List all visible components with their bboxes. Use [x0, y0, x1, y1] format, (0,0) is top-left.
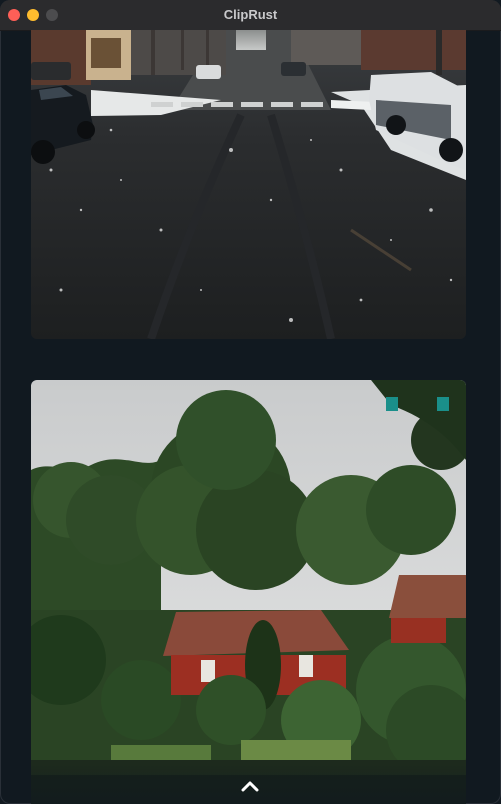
- app-window: ClipRust: [0, 0, 501, 804]
- title-bar[interactable]: ClipRust: [0, 0, 501, 31]
- chevron-up-icon: [241, 781, 259, 792]
- clipboard-image-item[interactable]: [31, 30, 466, 339]
- scroll-to-top-button[interactable]: [236, 774, 264, 798]
- clipboard-image-item[interactable]: [31, 380, 466, 804]
- window-title: ClipRust: [223, 7, 278, 22]
- snowy-street-image: [31, 30, 466, 339]
- red-house-image: [31, 380, 466, 804]
